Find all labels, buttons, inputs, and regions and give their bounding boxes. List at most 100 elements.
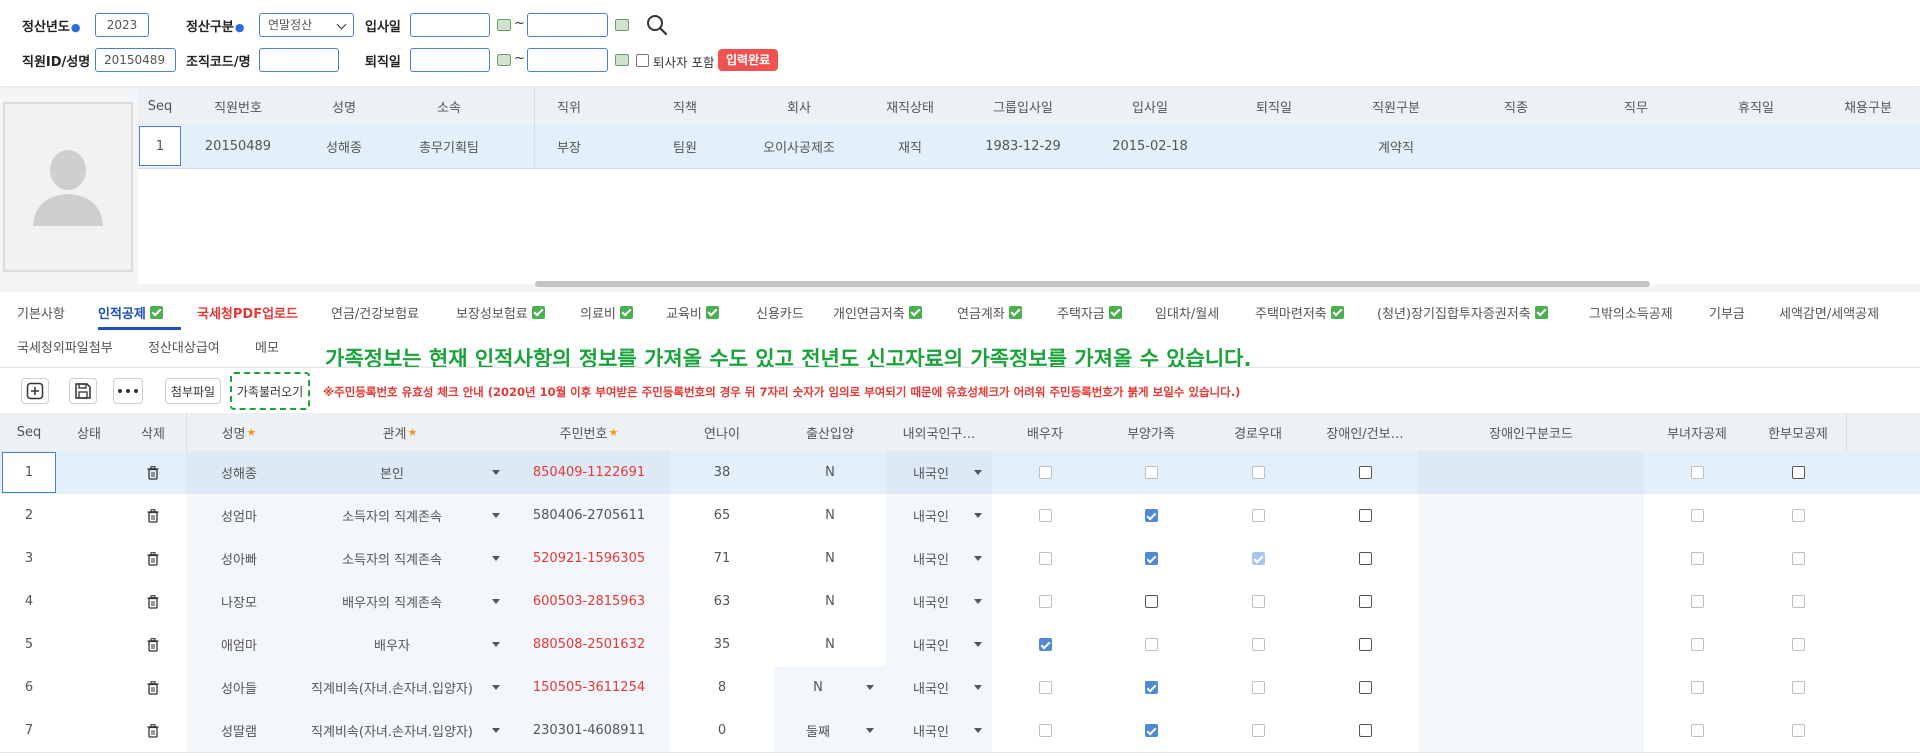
hire-date-to-input[interactable]	[527, 13, 608, 37]
dropdown-arrow-icon[interactable]	[492, 642, 500, 647]
tab-7[interactable]: 교육비	[666, 302, 719, 322]
load-family-button[interactable]: 가족불러오기	[230, 372, 310, 410]
name-cell[interactable]: 성아들	[186, 666, 292, 709]
senior-checkbox[interactable]	[1251, 724, 1265, 737]
disabled-code-cell[interactable]	[1418, 666, 1644, 709]
disabled-checkbox[interactable]	[1358, 724, 1372, 737]
trash-icon[interactable]	[147, 638, 159, 652]
dropdown-arrow-icon[interactable]	[974, 599, 982, 604]
disabled-checkbox[interactable]	[1358, 509, 1372, 522]
tab-12[interactable]: 임대차/월세	[1155, 302, 1219, 322]
disabled-code-cell[interactable]	[1418, 709, 1644, 752]
disabled-checkbox[interactable]	[1358, 638, 1372, 651]
dependent-checkbox[interactable]	[1144, 509, 1158, 522]
family-row[interactable]: 5 애엄마 배우자 880508-2501632 35 N 내국인	[0, 623, 1920, 667]
tab-9[interactable]: 개인연금저축	[833, 302, 922, 322]
senior-checkbox[interactable]	[1251, 638, 1265, 651]
spouse-checkbox[interactable]	[1038, 552, 1052, 565]
trash-icon[interactable]	[147, 681, 159, 695]
woman-deduction-checkbox[interactable]	[1690, 681, 1704, 694]
settle-type-select[interactable]: 연말정산	[259, 13, 354, 37]
search-icon[interactable]	[645, 13, 669, 37]
dependent-checkbox[interactable]	[1144, 681, 1158, 694]
add-row-button[interactable]	[21, 378, 49, 404]
disabled-code-cell[interactable]	[1418, 580, 1644, 623]
family-row[interactable]: 3 성아빠 소득자의 직계존속 520921-1596305 71 N 내국인	[0, 537, 1920, 581]
disabled-code-cell[interactable]	[1418, 537, 1644, 580]
tab-16[interactable]: 기부금	[1709, 302, 1745, 322]
name-cell[interactable]: 성딸램	[186, 709, 292, 752]
tab-1[interactable]: 기본사항	[17, 302, 65, 322]
tab-13[interactable]: 주택마련저축	[1255, 302, 1344, 322]
dependent-checkbox[interactable]	[1144, 638, 1158, 651]
dropdown-arrow-icon[interactable]	[492, 599, 500, 604]
single-parent-checkbox[interactable]	[1791, 724, 1805, 737]
relation-select[interactable]: 배우자	[292, 623, 508, 666]
dependent-checkbox[interactable]	[1144, 724, 1158, 737]
tab-10[interactable]: 연금계좌	[957, 302, 1022, 322]
dropdown-arrow-icon[interactable]	[492, 470, 500, 475]
woman-deduction-checkbox[interactable]	[1690, 466, 1704, 479]
relation-select[interactable]: 직계비속(자녀.손자녀.입양자)	[292, 709, 508, 752]
dropdown-arrow-icon[interactable]	[974, 685, 982, 690]
attach-file-button[interactable]: 첨부파일	[165, 378, 221, 404]
dependent-checkbox[interactable]	[1144, 552, 1158, 565]
dropdown-arrow-icon[interactable]	[492, 728, 500, 733]
family-row[interactable]: 4 나장모 배우자의 직계존속 600503-2815963 63 N 내국인	[0, 580, 1920, 624]
disabled-code-cell[interactable]	[1418, 451, 1644, 494]
dependent-checkbox[interactable]	[1144, 595, 1158, 608]
spouse-checkbox[interactable]	[1038, 509, 1052, 522]
senior-checkbox[interactable]	[1251, 595, 1265, 608]
dropdown-arrow-icon[interactable]	[492, 685, 500, 690]
relation-select[interactable]: 직계비속(자녀.손자녀.입양자)	[292, 666, 508, 709]
calendar-icon[interactable]	[497, 54, 511, 66]
senior-checkbox[interactable]	[1251, 681, 1265, 694]
tab-15[interactable]: 그밖의소득공제	[1589, 302, 1673, 322]
family-row[interactable]: 2 성엄마 소득자의 직계존속 580406-2705611 65 N 내국인	[0, 494, 1920, 538]
dropdown-arrow-icon[interactable]	[492, 513, 500, 518]
calendar-icon[interactable]	[497, 19, 511, 31]
rrn-cell[interactable]: 850409-1122691	[508, 451, 670, 494]
dropdown-arrow-icon[interactable]	[974, 470, 982, 475]
senior-checkbox[interactable]	[1251, 509, 1265, 522]
employee-grid-row[interactable]: 1 20150489 성해종 총무기획팀 부장 팀원 오이사공제조 재직 1983-12-29 2…	[138, 124, 1920, 169]
woman-deduction-checkbox[interactable]	[1690, 724, 1704, 737]
tab-17[interactable]: 세액감면/세액공제	[1779, 302, 1879, 322]
name-cell[interactable]: 성아빠	[186, 537, 292, 580]
dropdown-arrow-icon[interactable]	[866, 728, 874, 733]
dropdown-arrow-icon[interactable]	[866, 685, 874, 690]
name-cell[interactable]: 나장모	[186, 580, 292, 623]
woman-deduction-checkbox[interactable]	[1690, 595, 1704, 608]
include-retired-checkbox[interactable]	[636, 54, 649, 67]
trash-icon[interactable]	[147, 595, 159, 609]
single-parent-checkbox[interactable]	[1791, 509, 1805, 522]
single-parent-checkbox[interactable]	[1791, 595, 1805, 608]
disabled-checkbox[interactable]	[1358, 681, 1372, 694]
spouse-checkbox[interactable]	[1038, 595, 1052, 608]
spouse-checkbox[interactable]	[1038, 638, 1052, 651]
single-parent-checkbox[interactable]	[1791, 552, 1805, 565]
dropdown-arrow-icon[interactable]	[974, 642, 982, 647]
tab-3[interactable]: 국세청PDF업로드	[197, 302, 298, 322]
save-button[interactable]	[69, 378, 97, 404]
dropdown-arrow-icon[interactable]	[974, 556, 982, 561]
settle-year-input[interactable]: 2023	[95, 13, 149, 37]
rrn-cell[interactable]: 880508-2501632	[508, 623, 670, 666]
tab-6[interactable]: 의료비	[580, 302, 633, 322]
dropdown-arrow-icon[interactable]	[974, 728, 982, 733]
tab-row2-1[interactable]: 국세청외파일첨부	[17, 336, 113, 356]
calendar-icon[interactable]	[615, 19, 629, 31]
family-row[interactable]: 6 성아들 직계비속(자녀.손자녀.입양자) 150505-3611254 8 N 내국인	[0, 666, 1920, 710]
senior-checkbox[interactable]	[1251, 552, 1265, 565]
leave-date-to-input[interactable]	[527, 48, 608, 72]
spouse-checkbox[interactable]	[1038, 724, 1052, 737]
spouse-checkbox[interactable]	[1038, 466, 1052, 479]
family-row[interactable]: 7 성딸램 직계비속(자녀.손자녀.입양자) 230301-4608911 0 둘째 내국인	[0, 709, 1920, 753]
tab-2[interactable]: 인적공제	[98, 302, 163, 322]
spouse-checkbox[interactable]	[1038, 681, 1052, 694]
trash-icon[interactable]	[147, 466, 159, 480]
dependent-checkbox[interactable]	[1144, 466, 1158, 479]
trash-icon[interactable]	[147, 552, 159, 566]
senior-checkbox[interactable]	[1251, 466, 1265, 479]
trash-icon[interactable]	[147, 724, 159, 738]
